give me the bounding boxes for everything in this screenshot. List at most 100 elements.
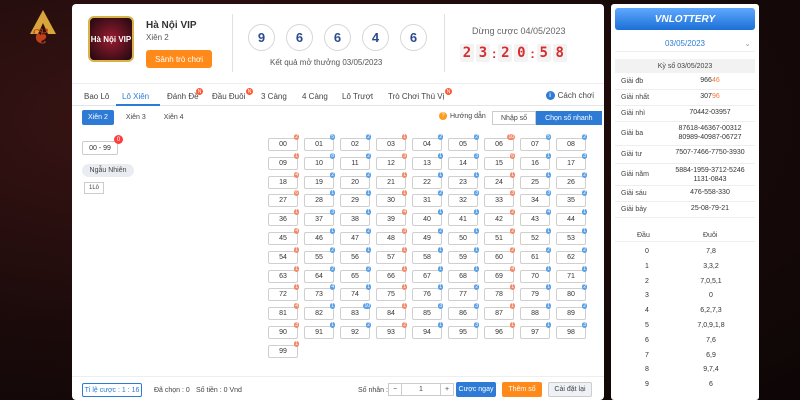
- number-cell[interactable]: 51 2: [484, 227, 515, 245]
- subtab-xien-3[interactable]: Xiên 3: [120, 110, 152, 125]
- number-cell[interactable]: 32 3: [448, 190, 479, 208]
- number-cell[interactable]: 21 1: [376, 171, 407, 189]
- number-cell[interactable]: 65 2: [340, 265, 371, 283]
- number-cell[interactable]: 67 1: [412, 265, 443, 283]
- number-cell[interactable]: 46 1: [304, 227, 335, 245]
- number-cell[interactable]: 86 3: [448, 303, 479, 321]
- number-cell[interactable]: 78 1: [484, 284, 515, 302]
- number-cell[interactable]: 85 3: [412, 303, 443, 321]
- number-cell[interactable]: 20 2: [340, 171, 371, 189]
- multiplier-input[interactable]: 1: [402, 383, 440, 396]
- number-cell[interactable]: 27 6: [268, 190, 299, 208]
- number-cell[interactable]: 89 2: [556, 303, 587, 321]
- number-cell[interactable]: 96 1: [484, 321, 515, 339]
- number-cell[interactable]: 58 1: [412, 246, 443, 264]
- number-cell[interactable]: 60 2: [484, 246, 515, 264]
- tab-4-cang[interactable]: 4 Càng: [302, 92, 328, 101]
- number-cell[interactable]: 28 1: [304, 190, 335, 208]
- number-cell[interactable]: 97 1: [520, 321, 551, 339]
- number-cell[interactable]: 44 1: [556, 209, 587, 227]
- number-cell[interactable]: 34 3: [520, 190, 551, 208]
- number-cell[interactable]: 74 1: [340, 284, 371, 302]
- number-cell[interactable]: 88 1: [520, 303, 551, 321]
- number-cell[interactable]: 98 3: [556, 321, 587, 339]
- random-button[interactable]: Ngẫu Nhiên: [82, 164, 134, 177]
- number-cell[interactable]: 77 2: [448, 284, 479, 302]
- number-cell[interactable]: 69 4: [484, 265, 515, 283]
- subtab-xien-2[interactable]: Xiên 2: [82, 110, 114, 125]
- how-to-play-link[interactable]: i Cách chơi: [545, 91, 594, 100]
- number-cell[interactable]: 66 1: [376, 265, 407, 283]
- number-cell[interactable]: 92 2: [340, 321, 371, 339]
- tab-lo-truot[interactable]: Lô Trượt: [342, 92, 373, 101]
- number-cell[interactable]: 35 2: [556, 190, 587, 208]
- number-cell[interactable]: 17 3: [556, 152, 587, 170]
- number-cell[interactable]: 53 1: [556, 227, 587, 245]
- number-cell[interactable]: 30 1: [376, 190, 407, 208]
- number-cell[interactable]: 71 1: [556, 265, 587, 283]
- number-cell[interactable]: 50 1: [448, 227, 479, 245]
- number-cell[interactable]: 93 2: [376, 321, 407, 339]
- number-cell[interactable]: 29 1: [340, 190, 371, 208]
- number-cell[interactable]: 95 3: [448, 321, 479, 339]
- tab-bao-lo[interactable]: Bao Lô: [84, 92, 109, 101]
- range-button[interactable]: 00 - 99: [82, 141, 118, 155]
- number-cell[interactable]: 18 4: [268, 171, 299, 189]
- number-cell[interactable]: 80 2: [556, 284, 587, 302]
- number-cell[interactable]: 05 2: [448, 134, 479, 151]
- number-cell[interactable]: 40 1: [412, 209, 443, 227]
- number-cell[interactable]: 91 1: [304, 321, 335, 339]
- number-cell[interactable]: 81 4: [268, 303, 299, 321]
- number-cell[interactable]: 22 1: [412, 171, 443, 189]
- number-cell[interactable]: 03 1: [376, 134, 407, 151]
- number-cell[interactable]: 08 2: [556, 134, 587, 151]
- number-cell[interactable]: 56 1: [340, 246, 371, 264]
- number-cell[interactable]: 14 3: [448, 152, 479, 170]
- number-cell[interactable]: 15 6: [484, 152, 515, 170]
- number-cell[interactable]: 48 3: [376, 227, 407, 245]
- mode-manual-button[interactable]: Nhập số: [492, 111, 537, 125]
- number-cell[interactable]: 23 1: [448, 171, 479, 189]
- number-cell[interactable]: 11 2: [340, 152, 371, 170]
- date-select[interactable]: 03/05/2023 ⌄: [615, 36, 755, 52]
- increase-button[interactable]: +: [440, 383, 454, 396]
- number-cell[interactable]: 87 1: [484, 303, 515, 321]
- number-cell[interactable]: 84 1: [376, 303, 407, 321]
- number-cell[interactable]: 63 1: [268, 265, 299, 283]
- number-cell[interactable]: 26 2: [556, 171, 587, 189]
- number-cell[interactable]: 33 3: [484, 190, 515, 208]
- number-cell[interactable]: 02 2: [340, 134, 371, 151]
- number-cell[interactable]: 61 2: [520, 246, 551, 264]
- number-cell[interactable]: 99 1: [268, 340, 299, 358]
- tab-lo-xien[interactable]: Lô Xiên: [122, 92, 149, 101]
- number-cell[interactable]: 16 1: [520, 152, 551, 170]
- number-cell[interactable]: 07 5: [520, 134, 551, 151]
- number-cell[interactable]: 09 1: [268, 152, 299, 170]
- number-cell[interactable]: 13 1: [412, 152, 443, 170]
- number-cell[interactable]: 43 4: [520, 209, 551, 227]
- number-cell[interactable]: 36 1: [268, 209, 299, 227]
- tab-dau-duoi[interactable]: Đầu Đuôi: [212, 92, 245, 101]
- number-cell[interactable]: 52 1: [520, 227, 551, 245]
- number-cell[interactable]: 45 4: [268, 227, 299, 245]
- number-cell[interactable]: 90 3: [268, 321, 299, 339]
- number-cell[interactable]: 79 1: [520, 284, 551, 302]
- number-cell[interactable]: 37 3: [304, 209, 335, 227]
- number-cell[interactable]: 06 10: [484, 134, 515, 151]
- number-cell[interactable]: 68 1: [448, 265, 479, 283]
- guide-link[interactable]: ? Hướng dẫn: [439, 112, 486, 120]
- number-cell[interactable]: 82 1: [304, 303, 335, 321]
- number-cell[interactable]: 64 2: [304, 265, 335, 283]
- number-cell[interactable]: 25 1: [520, 171, 551, 189]
- number-cell[interactable]: 39 4: [376, 209, 407, 227]
- subtab-xien-4[interactable]: Xiên 4: [158, 110, 190, 125]
- number-cell[interactable]: 01 5: [304, 134, 335, 151]
- number-cell[interactable]: 59 1: [448, 246, 479, 264]
- mode-quick-button[interactable]: Chọn số nhanh: [536, 111, 602, 125]
- number-cell[interactable]: 19 2: [304, 171, 335, 189]
- number-cell[interactable]: 47 2: [340, 227, 371, 245]
- number-cell[interactable]: 31 2: [412, 190, 443, 208]
- number-cell[interactable]: 54 1: [268, 246, 299, 264]
- number-cell[interactable]: 00 2: [268, 134, 299, 151]
- add-number-button[interactable]: Thêm số: [502, 382, 542, 397]
